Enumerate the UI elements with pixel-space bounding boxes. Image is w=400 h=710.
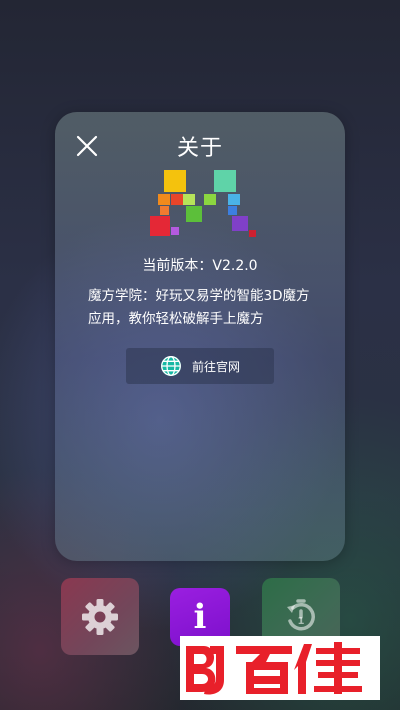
watermark-graphic: [186, 642, 362, 695]
svg-text:1: 1: [298, 616, 305, 627]
watermark-logo: [180, 636, 380, 700]
gear-icon: [82, 598, 118, 635]
visit-website-button[interactable]: 前往官网: [126, 348, 274, 384]
visit-website-label: 前往官网: [191, 359, 240, 374]
version-text: 当前版本：V2.2.0: [142, 258, 258, 274]
settings-button[interactable]: [61, 578, 139, 655]
globe-icon: [160, 356, 181, 376]
info-icon: i: [193, 597, 207, 637]
dialog-title: 关于: [176, 136, 223, 161]
app-description: 魔方学院：好玩又易学的智能3D魔方应用，教你轻松破解手上魔方: [88, 288, 310, 327]
about-dialog: 关于 当前版本：V2.2.0 魔方学院：好玩又易学的智能3D魔方应用，教你轻松破…: [55, 112, 345, 561]
timer-reset-icon: 1: [287, 598, 315, 630]
app-logo: [150, 170, 256, 237]
